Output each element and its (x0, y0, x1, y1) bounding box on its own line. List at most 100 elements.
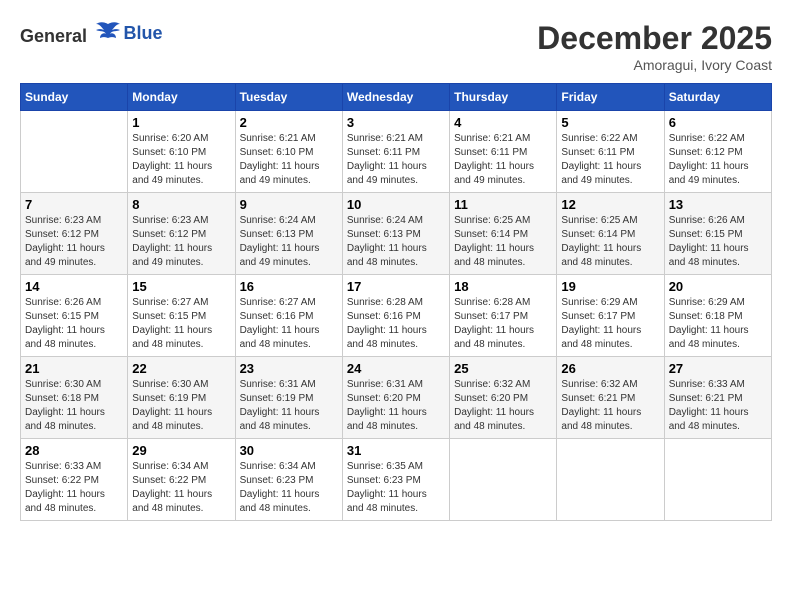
day-info: Sunrise: 6:29 AMSunset: 6:17 PMDaylight:… (561, 296, 659, 352)
day-number: 14 (25, 279, 123, 294)
calendar-cell: 28 Sunrise: 6:33 AMSunset: 6:22 PMDayligh… (21, 439, 128, 521)
day-number: 29 (132, 443, 230, 458)
day-info: Sunrise: 6:28 AMSunset: 6:17 PMDaylight:… (454, 296, 552, 352)
calendar-cell: 9 Sunrise: 6:24 AMSunset: 6:13 PMDaylight… (235, 193, 342, 275)
calendar-cell: 23Sunrise: 6:31 AMSunset: 6:19 PMDayligh… (235, 357, 342, 439)
calendar-cell: 6 Sunrise: 6:22 AMSunset: 6:12 PMDaylight… (664, 111, 771, 193)
calendar-cell: 7Sunrise: 6:23 AMSunset: 6:12 PMDaylight… (21, 193, 128, 275)
day-number: 28 (25, 443, 123, 458)
day-number: 9 (240, 197, 338, 212)
day-number: 20 (669, 279, 767, 294)
logo-text-blue: Blue (124, 23, 163, 43)
day-info: Sunrise: 6:20 AMSunset: 6:10 PMDaylight:… (132, 132, 230, 188)
day-info: Sunrise: 6:27 AMSunset: 6:16 PMDaylight:… (240, 296, 338, 352)
calendar-cell: 22 Sunrise: 6:30 AMSunset: 6:19 PMDayligh… (128, 357, 235, 439)
day-number: 25 (454, 361, 552, 376)
calendar-header: SundayMondayTuesdayWednesdayThursdayFrid… (21, 84, 772, 111)
day-number: 23 (240, 361, 338, 376)
day-number: 17 (347, 279, 445, 294)
day-info: Sunrise: 6:21 AMSunset: 6:11 PMDaylight:… (454, 132, 552, 188)
day-number: 11 (454, 197, 552, 212)
calendar-cell: 2Sunrise: 6:21 AMSunset: 6:10 PMDaylight… (235, 111, 342, 193)
day-number: 26 (561, 361, 659, 376)
day-number: 13 (669, 197, 767, 212)
weekday-header-tuesday: Tuesday (235, 84, 342, 111)
day-info: Sunrise: 6:26 AMSunset: 6:15 PMDaylight:… (25, 296, 123, 352)
calendar-cell: 14 Sunrise: 6:26 AMSunset: 6:15 PMDayligh… (21, 275, 128, 357)
day-number: 2 (240, 115, 338, 130)
day-info: Sunrise: 6:24 AMSunset: 6:13 PMDaylight:… (347, 214, 445, 270)
day-info: Sunrise: 6:30 AMSunset: 6:18 PMDaylight:… (25, 378, 123, 434)
day-info: Sunrise: 6:25 AMSunset: 6:14 PMDaylight:… (561, 214, 659, 270)
calendar-cell: 31Sunrise: 6:35 AMSunset: 6:23 PMDayligh… (342, 439, 449, 521)
day-info: Sunrise: 6:22 AMSunset: 6:12 PMDaylight:… (669, 132, 767, 188)
calendar-cell (21, 111, 128, 193)
weekday-header-monday: Monday (128, 84, 235, 111)
day-info: Sunrise: 6:27 AMSunset: 6:15 PMDaylight:… (132, 296, 230, 352)
calendar-cell: 11 Sunrise: 6:25 AMSunset: 6:14 PMDayligh… (450, 193, 557, 275)
calendar-cell: 27 Sunrise: 6:33 AMSunset: 6:21 PMDayligh… (664, 357, 771, 439)
day-number: 22 (132, 361, 230, 376)
day-number: 6 (669, 115, 767, 130)
day-number: 24 (347, 361, 445, 376)
day-info: Sunrise: 6:33 AMSunset: 6:21 PMDaylight:… (669, 378, 767, 434)
day-number: 7 (25, 197, 123, 212)
calendar-cell: 24Sunrise: 6:31 AMSunset: 6:20 PMDayligh… (342, 357, 449, 439)
day-number: 31 (347, 443, 445, 458)
day-number: 18 (454, 279, 552, 294)
day-number: 15 (132, 279, 230, 294)
calendar-week-row: 7 Sunrise: 6:23 AMSunset: 6:12 PMDaylight… (21, 193, 772, 275)
calendar-week-row: 21 Sunrise: 6:30 AMSunset: 6:18 PMDayligh… (21, 357, 772, 439)
day-number: 8 (132, 197, 230, 212)
calendar-week-row: 1 Sunrise: 6:20 AMSunset: 6:10 PMDaylight… (21, 111, 772, 193)
calendar-cell: 8 Sunrise: 6:23 AMSunset: 6:12 PMDaylight… (128, 193, 235, 275)
calendar-cell (664, 439, 771, 521)
day-info: Sunrise: 6:34 AMSunset: 6:22 PMDaylight:… (132, 460, 230, 516)
page-header: General Blue December 2025 Amoragui, Ivo… (20, 20, 772, 73)
day-number: 1 (132, 115, 230, 130)
day-info: Sunrise: 6:32 AMSunset: 6:20 PMDaylight:… (454, 378, 552, 434)
weekday-header-friday: Friday (557, 84, 664, 111)
calendar-cell: 30Sunrise: 6:34 AMSunset: 6:23 PMDayligh… (235, 439, 342, 521)
calendar-cell: 21 Sunrise: 6:30 AMSunset: 6:18 PMDayligh… (21, 357, 128, 439)
day-info: Sunrise: 6:21 AMSunset: 6:11 PMDaylight:… (347, 132, 445, 188)
day-number: 21 (25, 361, 123, 376)
weekday-header-wednesday: Wednesday (342, 84, 449, 111)
day-info: Sunrise: 6:26 AMSunset: 6:15 PMDaylight:… (669, 214, 767, 270)
day-number: 30 (240, 443, 338, 458)
day-info: Sunrise: 6:33 AMSunset: 6:22 PMDaylight:… (25, 460, 123, 516)
day-number: 27 (669, 361, 767, 376)
calendar-cell: 18 Sunrise: 6:28 AMSunset: 6:17 PMDayligh… (450, 275, 557, 357)
calendar-week-row: 28 Sunrise: 6:33 AMSunset: 6:22 PMDayligh… (21, 439, 772, 521)
day-info: Sunrise: 6:24 AMSunset: 6:13 PMDaylight:… (240, 214, 338, 270)
calendar-body: 1 Sunrise: 6:20 AMSunset: 6:10 PMDaylight… (21, 111, 772, 521)
day-number: 19 (561, 279, 659, 294)
calendar-cell: 20 Sunrise: 6:29 AMSunset: 6:18 PMDayligh… (664, 275, 771, 357)
day-info: Sunrise: 6:29 AMSunset: 6:18 PMDaylight:… (669, 296, 767, 352)
calendar-cell: 15 Sunrise: 6:27 AMSunset: 6:15 PMDayligh… (128, 275, 235, 357)
weekday-header-saturday: Saturday (664, 84, 771, 111)
day-number: 3 (347, 115, 445, 130)
calendar-cell: 3 Sunrise: 6:21 AMSunset: 6:11 PMDaylight… (342, 111, 449, 193)
calendar-cell: 19 Sunrise: 6:29 AMSunset: 6:17 PMDayligh… (557, 275, 664, 357)
calendar-cell: 17 Sunrise: 6:28 AMSunset: 6:16 PMDayligh… (342, 275, 449, 357)
calendar-cell (450, 439, 557, 521)
calendar-cell: 13 Sunrise: 6:26 AMSunset: 6:15 PMDayligh… (664, 193, 771, 275)
logo: General Blue (20, 20, 163, 47)
day-info: Sunrise: 6:30 AMSunset: 6:19 PMDaylight:… (132, 378, 230, 434)
calendar-cell: 29 Sunrise: 6:34 AMSunset: 6:22 PMDayligh… (128, 439, 235, 521)
calendar-cell: 26Sunrise: 6:32 AMSunset: 6:21 PMDayligh… (557, 357, 664, 439)
day-info: Sunrise: 6:28 AMSunset: 6:16 PMDaylight:… (347, 296, 445, 352)
calendar-cell: 16Sunrise: 6:27 AMSunset: 6:16 PMDayligh… (235, 275, 342, 357)
calendar-cell: 10 Sunrise: 6:24 AMSunset: 6:13 PMDayligh… (342, 193, 449, 275)
day-number: 10 (347, 197, 445, 212)
calendar-cell: 5Sunrise: 6:22 AMSunset: 6:11 PMDaylight… (557, 111, 664, 193)
calendar-cell: 4 Sunrise: 6:21 AMSunset: 6:11 PMDaylight… (450, 111, 557, 193)
calendar-cell (557, 439, 664, 521)
day-info: Sunrise: 6:25 AMSunset: 6:14 PMDaylight:… (454, 214, 552, 270)
weekday-header-thursday: Thursday (450, 84, 557, 111)
title-area: December 2025 Amoragui, Ivory Coast (537, 20, 772, 73)
day-info: Sunrise: 6:23 AMSunset: 6:12 PMDaylight:… (132, 214, 230, 270)
day-number: 4 (454, 115, 552, 130)
day-number: 5 (561, 115, 659, 130)
